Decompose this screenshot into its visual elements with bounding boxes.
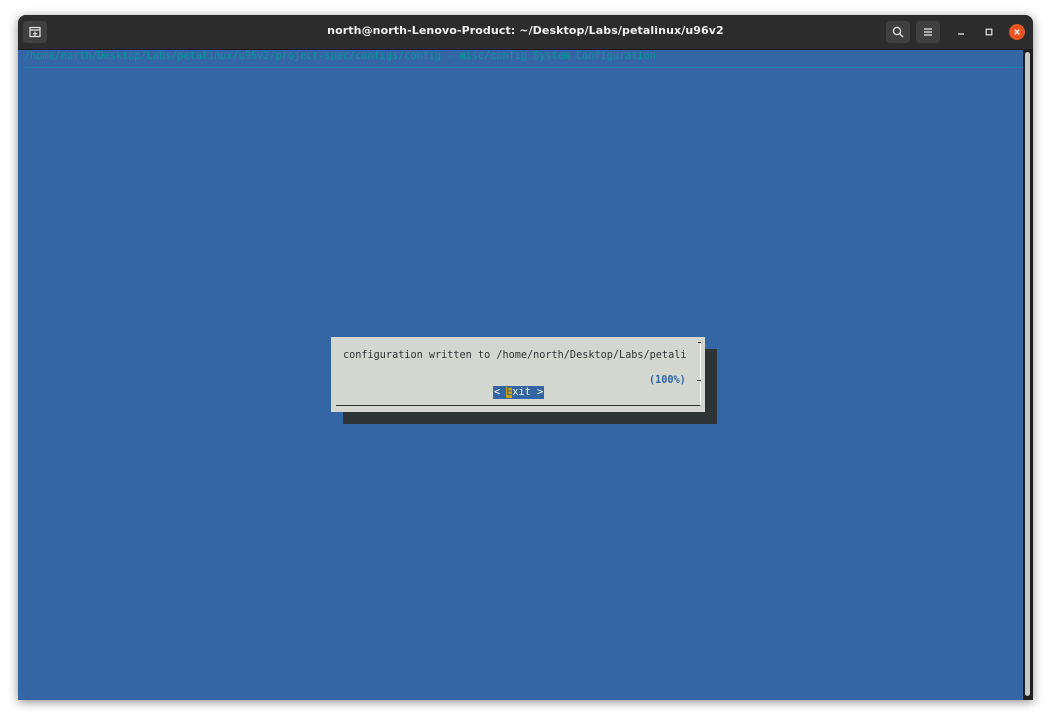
window-title: north@north-Lenovo-Product: ~/Desktop/La… xyxy=(327,24,724,37)
close-button[interactable] xyxy=(1009,24,1025,40)
terminal-area[interactable]: /home/north/Desktop/Labs/petalinux/u96v2… xyxy=(18,50,1023,700)
title-bar: north@north-Lenovo-Product: ~/Desktop/La… xyxy=(18,15,1033,50)
dialog-message: configuration written to /home/north/Des… xyxy=(343,350,687,361)
minimize-button[interactable] xyxy=(953,24,969,40)
close-icon xyxy=(1014,29,1020,35)
dialog-scroll-tick xyxy=(697,380,701,381)
search-button[interactable] xyxy=(886,21,910,43)
scrollbar-thumb[interactable] xyxy=(1025,52,1030,696)
dialog-frame-corner xyxy=(698,342,701,348)
exit-button[interactable]: < Exit > xyxy=(493,386,545,399)
hamburger-menu-icon xyxy=(924,28,932,36)
maximize-icon xyxy=(985,28,993,36)
backtitle-divider xyxy=(24,67,1022,68)
dialog-progress-percent: (100%) xyxy=(649,375,686,386)
search-icon xyxy=(892,26,904,38)
exit-button-left-bracket: < xyxy=(494,387,507,398)
minimize-icon xyxy=(958,33,964,35)
save-confirmation-dialog: configuration written to /home/north/Des… xyxy=(331,337,705,412)
maximize-button[interactable] xyxy=(981,24,997,40)
menu-button[interactable] xyxy=(916,21,940,43)
menuconfig-backtitle: /home/north/Desktop/Labs/petalinux/u96v2… xyxy=(24,51,656,62)
terminal-window: north@north-Lenovo-Product: ~/Desktop/La… xyxy=(18,15,1033,700)
terminal-scrollbar[interactable] xyxy=(1023,50,1033,700)
exit-button-label: xit > xyxy=(512,387,544,398)
